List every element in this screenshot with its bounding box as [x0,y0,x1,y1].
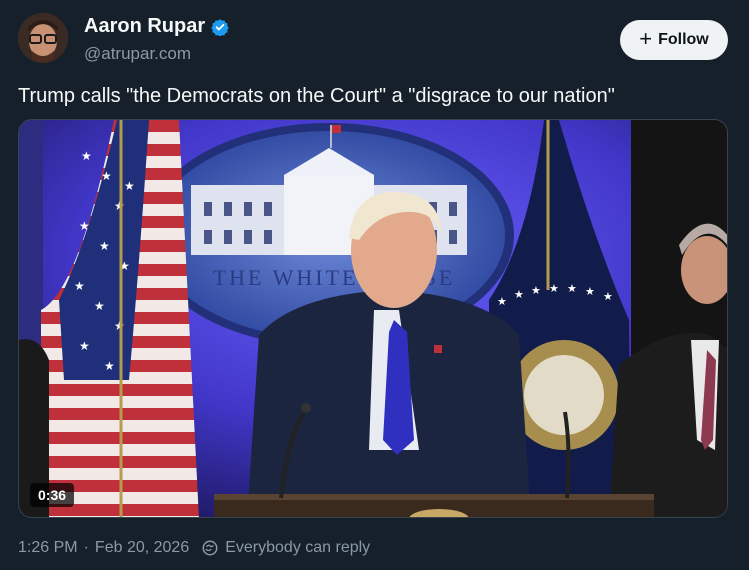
svg-text:★: ★ [124,179,135,193]
svg-text:★: ★ [567,282,577,295]
svg-text:★: ★ [585,285,595,298]
svg-text:★: ★ [104,359,115,373]
tweet-meta: 1:26 PM · Feb 20, 2026 Everybody can rep… [18,539,370,557]
svg-text:★: ★ [114,319,125,333]
author-handle[interactable]: @atrupar.com [84,44,191,64]
svg-text:★: ★ [79,219,90,233]
author-display-name[interactable]: Aaron Rupar [84,15,205,38]
plus-icon: + [639,26,653,51]
svg-text:★: ★ [101,169,112,183]
meta-separator: · [83,539,89,556]
svg-text:★: ★ [531,284,541,297]
video-duration-badge: 0:36 [30,483,75,507]
video-player[interactable]: THE WHITE HOUSE ★ ★ ★ ★ ★ ★ ★ ★ ★ ★ ★ ★ ★ ★ ★ ★ ★ ★ ★ [18,119,728,518]
svg-text:★: ★ [514,288,524,301]
svg-text:★: ★ [99,239,110,253]
author-name-row: Aaron Rupar [84,15,229,38]
tweet-date[interactable]: Feb 20, 2026 [95,539,189,557]
verified-badge-icon [211,18,229,36]
avatar[interactable] [18,13,68,63]
tweet-time[interactable]: 1:26 PM [18,539,78,557]
svg-text:★: ★ [94,299,105,313]
svg-text:★: ★ [74,279,85,293]
avatar-image [18,13,68,63]
svg-text:★: ★ [81,149,92,163]
svg-text:★: ★ [497,295,507,308]
reply-settings-icon [202,540,218,556]
svg-text:★: ★ [603,290,613,303]
reply-setting-text: Everybody can reply [225,539,371,556]
follow-button[interactable]: + Follow [620,20,728,60]
tweet-text: Trump calls "the Democrats on the Court"… [18,85,615,107]
follow-button-label: Follow [658,31,709,48]
svg-text:★: ★ [549,282,559,295]
svg-text:★: ★ [114,199,125,213]
svg-text:★: ★ [79,339,90,353]
video-frame: THE WHITE HOUSE ★★★ ★★★ ★★★ ★★★ ★★ ★ ★ ★ ★ ★ [19,120,727,517]
